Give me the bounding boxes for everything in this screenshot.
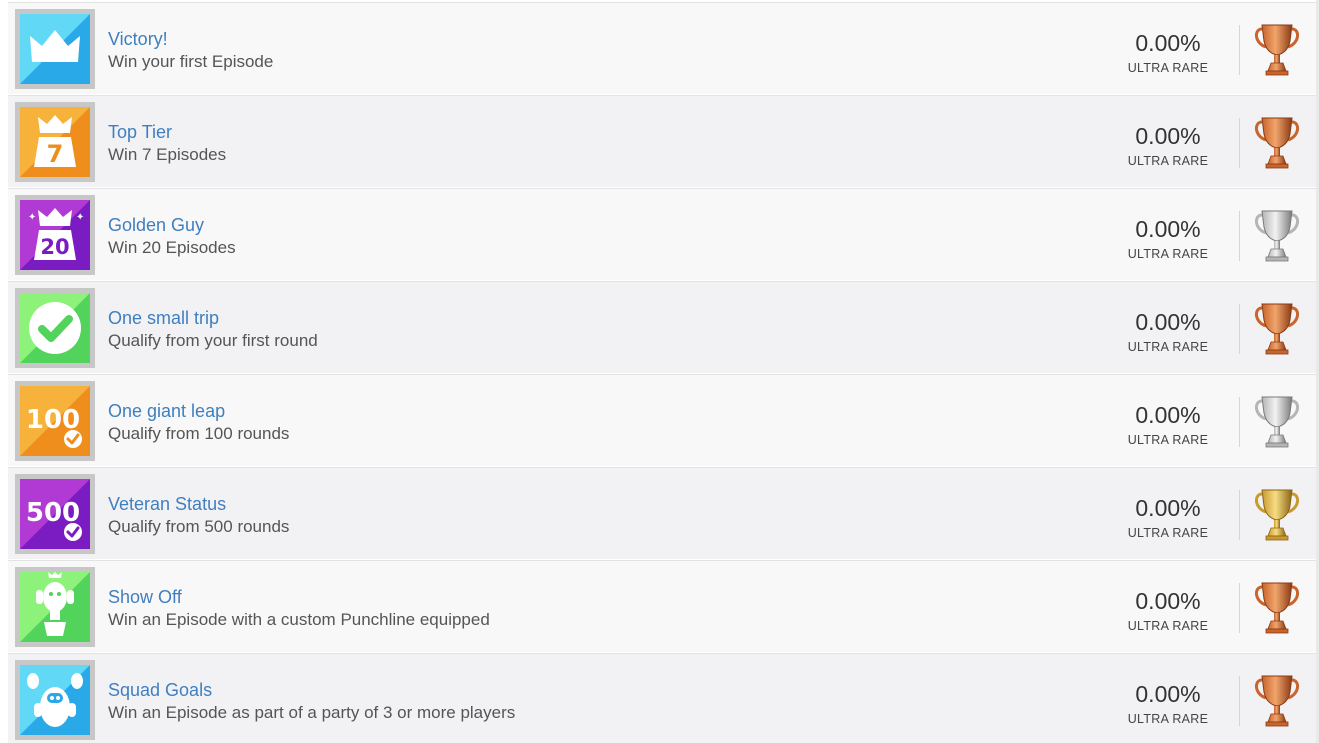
trophy-icon-frame[interactable]: 500 (15, 474, 95, 554)
trophy-title-link[interactable]: Victory! (108, 29, 168, 50)
trophy-row: Squad Goals Win an Episode as part of a … (8, 653, 1316, 743)
earned-percent: 0.00% (1135, 495, 1201, 521)
svg-text:✦: ✦ (76, 212, 84, 223)
divider (1239, 397, 1240, 447)
checkmark-circle-icon (20, 293, 90, 363)
bronze-trophy-icon (1252, 114, 1302, 172)
earned-percent: 0.00% (1135, 30, 1201, 56)
rarity-label: ULTRA RARE (1127, 433, 1209, 447)
trophy-description: Win an Episode as part of a party of 3 o… (108, 703, 516, 722)
divider (1239, 211, 1240, 261)
trophy-list: Victory! Win your first Episode 0.00% UL… (8, 0, 1318, 743)
trophy-row: Victory! Win your first Episode 0.00% UL… (8, 2, 1316, 94)
trophy-title-link[interactable]: Golden Guy (108, 215, 204, 236)
trophy-icon-frame[interactable]: 100 (15, 381, 95, 461)
trophy-description: Qualify from 500 rounds (108, 517, 290, 536)
rarity-label: ULTRA RARE (1127, 154, 1209, 168)
bean-on-podium-icon (20, 572, 90, 642)
trophy-row: 7 Top Tier Win 7 Episodes 0.00% ULTRA RA… (8, 95, 1316, 187)
bronze-trophy-icon (1252, 300, 1302, 358)
trophy-row: 20 ✦ ✦ Golden Guy Win 20 Episodes 0.00% … (8, 188, 1316, 280)
bean-squad-icon (20, 665, 90, 735)
trophy-title-link[interactable]: One giant leap (108, 401, 225, 422)
trophy-row: 500 Veteran Status Qualify from 500 roun… (8, 467, 1316, 559)
bronze-trophy-icon (1252, 21, 1302, 79)
divider (1239, 676, 1240, 726)
gold-trophy-icon (1252, 486, 1302, 544)
rarity-label: ULTRA RARE (1127, 247, 1209, 261)
icon-number: 7 (47, 140, 64, 168)
trophy-description: Win 7 Episodes (108, 145, 227, 164)
rarity-label: ULTRA RARE (1127, 712, 1209, 726)
divider (1239, 490, 1240, 540)
trophy-row: One small trip Qualify from your first r… (8, 281, 1316, 373)
earned-percent: 0.00% (1135, 681, 1201, 707)
trophy-description: Qualify from your first round (108, 331, 318, 350)
divider (1239, 118, 1240, 168)
trophy-icon-frame[interactable]: 7 (15, 102, 95, 182)
silver-trophy-icon (1252, 207, 1302, 265)
crown-podium-icon: 20 ✦ ✦ (20, 200, 90, 270)
rarity-label: ULTRA RARE (1127, 340, 1209, 354)
trophy-description: Win 20 Episodes (108, 238, 236, 257)
rarity-label: ULTRA RARE (1127, 619, 1209, 633)
rarity-label: ULTRA RARE (1127, 61, 1209, 75)
trophy-row: 100 One giant leap Qualify from 100 roun… (8, 374, 1316, 466)
earned-percent: 0.00% (1135, 216, 1201, 242)
earned-percent: 0.00% (1135, 123, 1201, 149)
earned-percent: 0.00% (1135, 402, 1201, 428)
silver-trophy-icon (1252, 393, 1302, 451)
trophy-title-link[interactable]: Show Off (108, 587, 182, 608)
trophy-title-link[interactable]: One small trip (108, 308, 219, 329)
earned-percent: 0.00% (1135, 588, 1201, 614)
crown-icon (20, 14, 90, 84)
trophy-description: Win your first Episode (108, 52, 274, 71)
divider (1239, 583, 1240, 633)
icon-number: 20 (40, 235, 69, 259)
bronze-trophy-icon (1252, 672, 1302, 730)
trophy-icon-frame[interactable] (15, 567, 95, 647)
bronze-trophy-icon (1252, 579, 1302, 637)
trophy-description: Qualify from 100 rounds (108, 424, 290, 443)
trophy-row: Show Off Win an Episode with a custom Pu… (8, 560, 1316, 652)
trophy-title-link[interactable]: Veteran Status (108, 494, 226, 515)
trophy-title-link[interactable]: Top Tier (108, 122, 172, 143)
trophy-icon-frame[interactable] (15, 660, 95, 740)
divider (1239, 304, 1240, 354)
earned-percent: 0.00% (1135, 309, 1201, 335)
trophy-icon-frame[interactable] (15, 9, 95, 89)
crown-podium-icon: 7 (20, 107, 90, 177)
trophy-title-link[interactable]: Squad Goals (108, 680, 212, 701)
divider (1239, 25, 1240, 75)
trophy-icon-frame[interactable] (15, 288, 95, 368)
number-check-icon: 100 (20, 386, 90, 456)
number-check-icon: 500 (20, 479, 90, 549)
rarity-label: ULTRA RARE (1127, 526, 1209, 540)
svg-text:✦: ✦ (28, 212, 36, 223)
trophy-description: Win an Episode with a custom Punchline e… (108, 610, 490, 629)
trophy-icon-frame[interactable]: 20 ✦ ✦ (15, 195, 95, 275)
